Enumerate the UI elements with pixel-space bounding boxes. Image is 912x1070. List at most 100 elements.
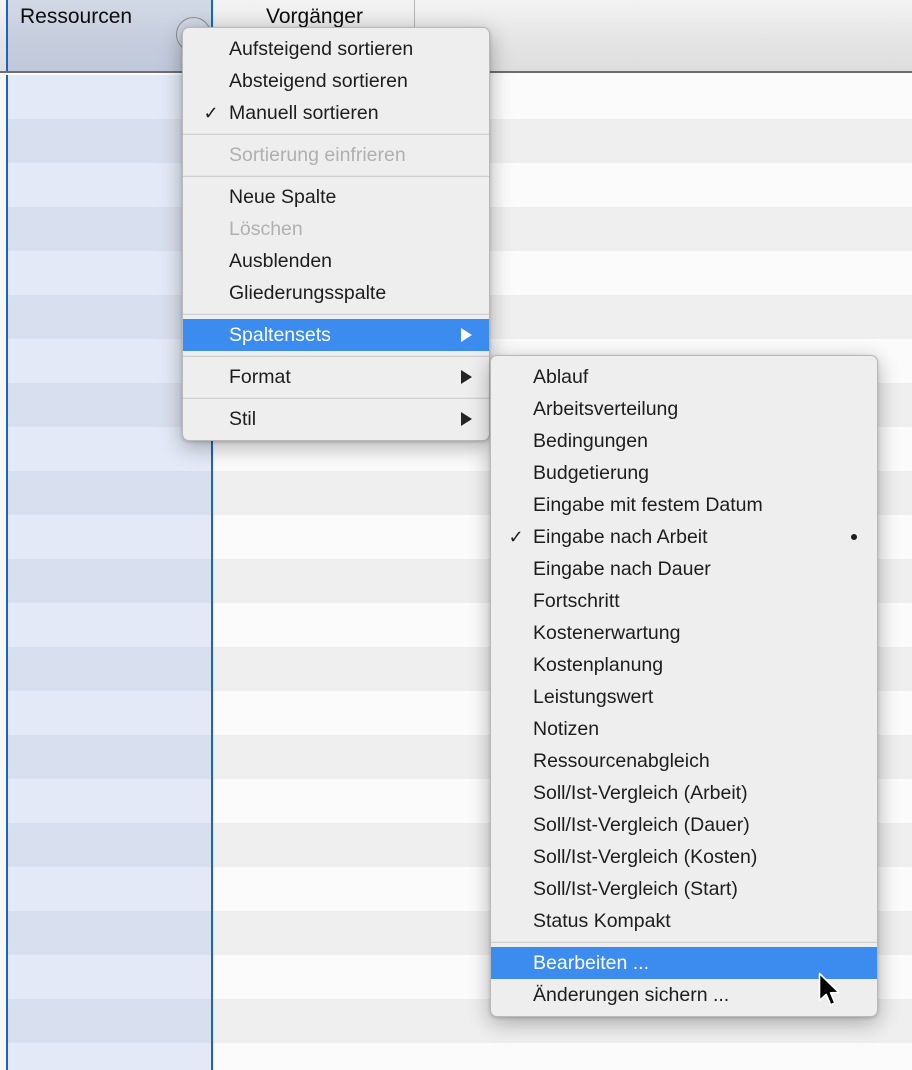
- menu-item-label: Bedingungen: [533, 430, 648, 452]
- submenu-arrow-icon: [461, 412, 472, 426]
- menu-item-label: Soll/Ist-Vergleich (Kosten): [533, 846, 758, 868]
- column-context-menu[interactable]: Aufsteigend sortieren Absteigend sortiere…: [182, 27, 490, 441]
- column-sets-item-eingabe-mit-festem-datum[interactable]: Eingabe mit festem Datum: [491, 489, 877, 521]
- table-row-cell-selected[interactable]: [8, 251, 211, 295]
- menu-item-label: Änderungen sichern ...: [533, 984, 730, 1006]
- column-menu-item-sortierung-einfrieren: Sortierung einfrieren: [183, 139, 489, 171]
- column-sets-item-leistungswert[interactable]: Leistungswert: [491, 681, 877, 713]
- menu-item-label: Ausblenden: [229, 250, 333, 272]
- column-menu-separator: [183, 313, 489, 315]
- column-sets-submenu[interactable]: Ablauf Arbeitsverteilung Bedingungen Budget…: [490, 355, 878, 1017]
- active-set-bullet-icon: [851, 534, 857, 540]
- column-menu-separator: [183, 175, 489, 177]
- selected-column-rows: [8, 75, 211, 1070]
- menu-item-label: Status Kompakt: [533, 910, 671, 932]
- column-sets-item-status-kompakt[interactable]: Status Kompakt: [491, 905, 877, 937]
- checkmark-icon: ✓: [203, 103, 219, 123]
- menu-item-label: Stil: [229, 408, 257, 430]
- submenu-arrow-icon: [461, 328, 472, 342]
- menu-item-label: Löschen: [229, 218, 303, 240]
- column-menu-item-spaltensets[interactable]: Spaltensets: [183, 319, 489, 351]
- column-header-label: Vorgänger: [266, 5, 363, 28]
- table-row-cell-selected[interactable]: [8, 427, 211, 471]
- table-row-cell-selected[interactable]: [8, 603, 211, 647]
- menu-item-label: Arbeitsverteilung: [533, 398, 679, 420]
- column-menu-separator: [183, 397, 489, 399]
- submenu-arrow-icon: [461, 370, 472, 384]
- menu-item-label: Budgetierung: [533, 462, 650, 484]
- menu-item-label: Kostenerwartung: [533, 622, 681, 644]
- column-sets-item-ressourcenabgleich[interactable]: Ressourcenabgleich: [491, 745, 877, 777]
- column-menu-item-neue-spalte[interactable]: Neue Spalte: [183, 181, 489, 213]
- column-sets-item-ablauf[interactable]: Ablauf: [491, 361, 877, 393]
- table-row-cell-selected[interactable]: [8, 691, 211, 735]
- menu-item-label: Leistungswert: [533, 686, 654, 708]
- column-sets-item-budgetierung[interactable]: Budgetierung: [491, 457, 877, 489]
- column-sets-item-notizen[interactable]: Notizen: [491, 713, 877, 745]
- table-row-cell-selected[interactable]: [8, 867, 211, 911]
- column-sets-item-bedingungen[interactable]: Bedingungen: [491, 425, 877, 457]
- table-row-cell-selected[interactable]: [8, 999, 211, 1043]
- column-sets-item-eingabe-nach-arbeit[interactable]: ✓ Eingabe nach Arbeit: [491, 521, 877, 553]
- column-menu-item-manuell-sortieren[interactable]: ✓ Manuell sortieren: [183, 97, 489, 129]
- column-sets-item-soll-ist-vergleich-kosten[interactable]: Soll/Ist-Vergleich (Kosten): [491, 841, 877, 873]
- menu-item-label: Notizen: [533, 718, 600, 740]
- column-sets-item-kostenplanung[interactable]: Kostenplanung: [491, 649, 877, 681]
- column-sets-item-kostenerwartung[interactable]: Kostenerwartung: [491, 617, 877, 649]
- column-sets-item-eingabe-nach-dauer[interactable]: Eingabe nach Dauer: [491, 553, 877, 585]
- column-sets-item-soll-ist-vergleich-start[interactable]: Soll/Ist-Vergleich (Start): [491, 873, 877, 905]
- column-sets-item-soll-ist-vergleich-arbeit[interactable]: Soll/Ist-Vergleich (Arbeit): [491, 777, 877, 809]
- menu-item-label: Absteigend sortieren: [229, 70, 408, 92]
- menu-item-label: Format: [229, 366, 291, 388]
- column-sets-item-bearbeiten[interactable]: Bearbeiten ...: [491, 947, 877, 979]
- column-menu-item-format[interactable]: Format: [183, 361, 489, 393]
- menu-item-label: Ablauf: [533, 366, 589, 388]
- table-row-cell-selected[interactable]: [8, 823, 211, 867]
- menu-item-label: Eingabe mit festem Datum: [533, 494, 763, 516]
- table-row-cell-selected[interactable]: [8, 779, 211, 823]
- menu-item-label: Eingabe nach Dauer: [533, 558, 711, 580]
- table-row-cell-selected[interactable]: [8, 163, 211, 207]
- menu-item-label: Bearbeiten ...: [533, 952, 649, 974]
- column-sets-item-arbeitsverteilung[interactable]: Arbeitsverteilung: [491, 393, 877, 425]
- menu-item-label: Eingabe nach Arbeit: [533, 526, 708, 548]
- menu-item-label: Ressourcenabgleich: [533, 750, 710, 772]
- column-menu-item-aufsteigend-sortieren[interactable]: Aufsteigend sortieren: [183, 33, 489, 65]
- menu-item-label: Spaltensets: [229, 324, 331, 346]
- table-row-cell-selected[interactable]: [8, 75, 211, 119]
- table-row-cell-selected[interactable]: [8, 295, 211, 339]
- table-row-cell-selected[interactable]: [8, 735, 211, 779]
- table-row-cell-selected[interactable]: [8, 955, 211, 999]
- menu-item-label: Soll/Ist-Vergleich (Dauer): [533, 814, 750, 836]
- table-row-cell-selected[interactable]: [8, 515, 211, 559]
- table-row-cell-selected[interactable]: [8, 911, 211, 955]
- column-sets-item-aenderungen-sichern[interactable]: Änderungen sichern ...: [491, 979, 877, 1011]
- table-row-cell-selected[interactable]: [8, 471, 211, 515]
- column-menu-separator: [183, 133, 489, 135]
- column-sets-item-soll-ist-vergleich-dauer[interactable]: Soll/Ist-Vergleich (Dauer): [491, 809, 877, 841]
- menu-item-label: Kostenplanung: [533, 654, 664, 676]
- column-menu-item-ausblenden[interactable]: Ausblenden: [183, 245, 489, 277]
- menu-item-label: Soll/Ist-Vergleich (Arbeit): [533, 782, 748, 804]
- table-row-cell-selected[interactable]: [8, 559, 211, 603]
- column-menu-separator: [183, 355, 489, 357]
- menu-item-label: Sortierung einfrieren: [229, 144, 406, 166]
- column-header-empty[interactable]: [416, 0, 912, 71]
- column-menu-item-gliederungsspalte[interactable]: Gliederungsspalte: [183, 277, 489, 309]
- menu-item-label: Soll/Ist-Vergleich (Start): [533, 878, 738, 900]
- table-row-cell-selected[interactable]: [8, 207, 211, 251]
- table-row-cell-selected[interactable]: [8, 119, 211, 163]
- column-sets-separator: [491, 941, 877, 943]
- menu-item-label: Fortschritt: [533, 590, 620, 612]
- column-sets-item-fortschritt[interactable]: Fortschritt: [491, 585, 877, 617]
- menu-item-label: Aufsteigend sortieren: [229, 38, 414, 60]
- table-row-cell-selected[interactable]: [8, 339, 211, 383]
- app-window: Ressourcen Vorgänger Aufsteigend sortier…: [0, 0, 912, 1070]
- column-menu-item-absteigend-sortieren[interactable]: Absteigend sortieren: [183, 65, 489, 97]
- table-row-cell-selected[interactable]: [8, 647, 211, 691]
- checkmark-icon: ✓: [508, 527, 524, 547]
- table-row-cell-selected[interactable]: [8, 1043, 211, 1070]
- menu-item-label: Neue Spalte: [229, 186, 337, 208]
- column-menu-item-stil[interactable]: Stil: [183, 403, 489, 435]
- table-row-cell-selected[interactable]: [8, 383, 211, 427]
